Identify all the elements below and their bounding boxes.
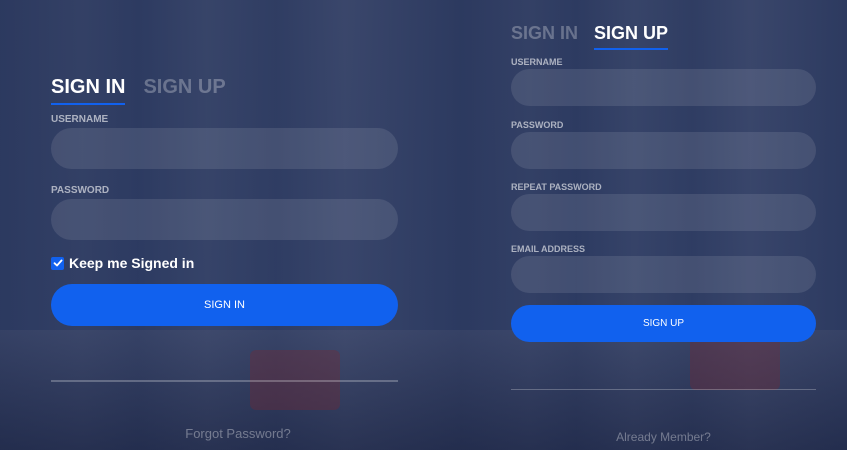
divider (511, 389, 816, 390)
password-input[interactable] (51, 199, 398, 240)
signup-tabs: SIGN IN SIGN UP (511, 23, 684, 50)
keep-signed-in-label[interactable]: Keep me Signed in (69, 255, 194, 271)
divider (51, 380, 398, 382)
signin-panel: SIGN IN SIGN UP USERNAME PASSWORD Keep m… (0, 0, 460, 450)
tab-sign-up[interactable]: SIGN UP (594, 23, 669, 50)
password-label: PASSWORD (511, 120, 564, 130)
keep-signed-in-checkbox[interactable] (51, 256, 64, 270)
email-label: EMAIL ADDRESS (511, 244, 586, 254)
password-input[interactable] (511, 132, 816, 169)
password-label: PASSWORD (51, 185, 110, 196)
forgot-password-link[interactable]: Forgot Password? (51, 426, 425, 441)
repeat-password-input[interactable] (511, 194, 816, 231)
keep-signed-in-row: Keep me Signed in (51, 255, 194, 271)
sign-up-button[interactable]: SIGN UP (511, 305, 816, 342)
sign-in-button[interactable]: SIGN IN (51, 284, 398, 326)
username-input[interactable] (511, 69, 816, 106)
tab-sign-in[interactable]: SIGN IN (511, 23, 578, 50)
username-label: USERNAME (511, 57, 563, 67)
email-input[interactable] (511, 256, 816, 293)
username-label: USERNAME (51, 114, 109, 125)
tab-sign-up[interactable]: SIGN UP (143, 76, 225, 105)
check-icon (53, 259, 62, 267)
tab-sign-in[interactable]: SIGN IN (51, 76, 126, 105)
signup-panel: SIGN IN SIGN UP USERNAME PASSWORD REPEAT… (460, 0, 847, 450)
signin-tabs: SIGN IN SIGN UP (51, 76, 244, 105)
repeat-password-label: REPEAT PASSWORD (511, 182, 602, 192)
already-member-link[interactable]: Already Member? (511, 430, 816, 444)
username-input[interactable] (51, 128, 398, 169)
